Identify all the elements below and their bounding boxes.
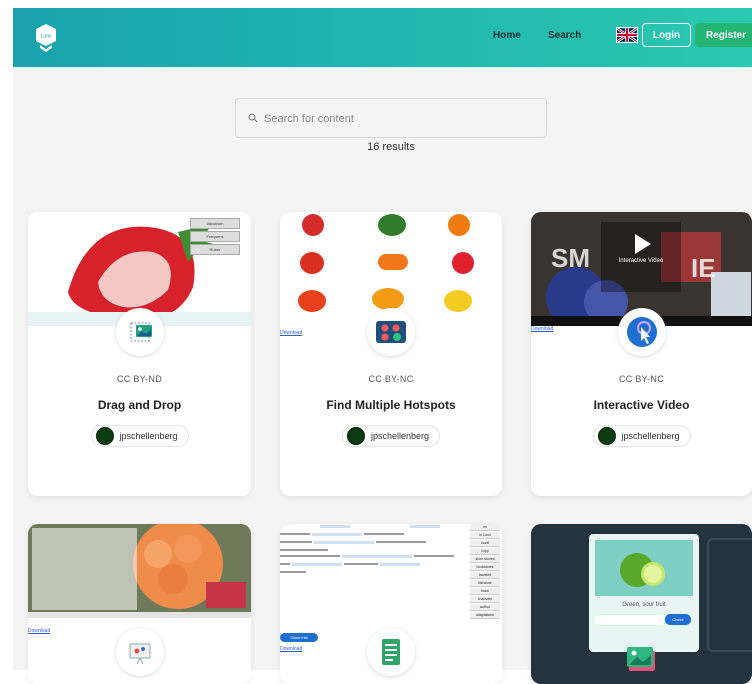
word-tag[interactable]: short stories bbox=[470, 556, 500, 563]
content-card-interactive-video[interactable]: SM IE Interactive Video Download CC BY-N… bbox=[531, 212, 752, 496]
author-chip[interactable]: jpschellenberg bbox=[592, 425, 691, 447]
presentation-icon bbox=[115, 628, 164, 676]
image-choice-icon bbox=[618, 634, 666, 682]
word-tag[interactable]: in Land bbox=[470, 532, 500, 539]
show-info-button[interactable]: Show Info bbox=[280, 633, 318, 642]
license-label: CC BY-NC bbox=[618, 374, 665, 384]
lime-image bbox=[620, 553, 665, 587]
card-thumbnail bbox=[28, 524, 251, 618]
card-title[interactable]: Interactive Video bbox=[531, 398, 752, 412]
author-chip[interactable]: jpschellenberg bbox=[341, 425, 441, 447]
card-title[interactable]: Drag and Drop bbox=[28, 398, 251, 412]
card-title[interactable]: Find Multiple Hotspots bbox=[280, 398, 502, 412]
pepper-image bbox=[298, 290, 326, 312]
word-tag[interactable]: bookstores bbox=[470, 564, 500, 571]
author-name: jpschellenberg bbox=[621, 431, 680, 441]
quiz-caption: Green, sour fruit bbox=[622, 602, 666, 608]
content-card-presentation[interactable]: Download bbox=[28, 524, 251, 684]
strawberry-image bbox=[452, 252, 474, 274]
cloudberry-image bbox=[28, 524, 251, 618]
content-card-fill-in-blanks[interactable]: on in Land novel copy short stories book… bbox=[280, 524, 502, 684]
results-count: 16 results bbox=[367, 141, 415, 153]
card-thumbnail: on in Land novel copy short stories book… bbox=[280, 524, 502, 628]
word-tag[interactable]: novel bbox=[470, 540, 500, 547]
text-lines-image bbox=[280, 525, 454, 573]
lumi-logo-icon[interactable]: Lumi bbox=[35, 24, 57, 54]
license-label: CC BY-NC bbox=[368, 374, 414, 384]
pumpkin-image bbox=[448, 214, 470, 236]
logo-text: Lumi bbox=[41, 34, 52, 40]
author-name: jpschellenberg bbox=[119, 431, 178, 441]
word-tag[interactable]: literature bbox=[470, 580, 500, 587]
license-label: CC BY-ND bbox=[116, 374, 163, 384]
drop-zone-label: Frequens bbox=[190, 231, 240, 242]
search-input[interactable] bbox=[262, 108, 536, 130]
next-slide-panel bbox=[707, 538, 752, 652]
word-tag[interactable]: on bbox=[470, 524, 500, 531]
avatar bbox=[95, 427, 114, 445]
word-tag[interactable]: author bbox=[470, 604, 500, 611]
download-link[interactable]: Download bbox=[28, 628, 50, 634]
drop-zone-label: Ruber bbox=[190, 244, 240, 255]
interactive-video-icon bbox=[617, 308, 666, 356]
word-tag[interactable]: copy bbox=[470, 548, 500, 555]
carrot-image bbox=[378, 254, 408, 270]
orange-image bbox=[372, 288, 404, 310]
drag-and-drop-icon bbox=[115, 308, 164, 356]
tomato-image bbox=[300, 252, 324, 274]
register-button[interactable]: Register bbox=[695, 23, 752, 47]
word-tag[interactable]: traveled bbox=[470, 572, 500, 579]
top-navbar: Lumi Home Search Login Register bbox=[13, 8, 752, 67]
svg-text:IE: IE bbox=[691, 253, 716, 283]
svg-text:SM: SM bbox=[551, 243, 590, 273]
video-label: Interactive Video bbox=[618, 258, 664, 264]
search-icon bbox=[248, 113, 258, 123]
apple-image bbox=[302, 214, 324, 236]
content-card-find-multiple-hotspots[interactable]: Download CC BY-NC Find Multiple Hotspots… bbox=[280, 212, 502, 496]
nav-search-link[interactable]: Search bbox=[548, 30, 581, 41]
check-button[interactable]: Check bbox=[665, 614, 691, 625]
uk-flag-icon[interactable] bbox=[616, 27, 638, 43]
download-link[interactable]: Download bbox=[531, 326, 553, 332]
drop-zone-label: Vacutrum bbox=[190, 218, 240, 229]
slide-controls[interactable] bbox=[28, 612, 251, 618]
word-tag[interactable]: main bbox=[470, 588, 500, 595]
broccoli-image bbox=[378, 214, 406, 236]
author-name: jpschellenberg bbox=[370, 431, 430, 441]
avatar bbox=[597, 427, 616, 445]
answer-input[interactable] bbox=[593, 614, 665, 626]
avatar bbox=[346, 427, 365, 445]
login-button[interactable]: Login bbox=[642, 23, 691, 47]
search-box bbox=[235, 98, 547, 138]
download-link[interactable]: Download bbox=[280, 646, 302, 652]
find-multiple-hotspots-icon bbox=[367, 308, 415, 356]
download-link[interactable]: Download bbox=[280, 330, 302, 336]
content-card-drag-and-drop[interactable]: Vacutrum Frequens Ruber CC BY-ND Drag an… bbox=[28, 212, 251, 496]
author-chip[interactable]: jpschellenberg bbox=[90, 425, 189, 447]
word-tag[interactable]: character bbox=[470, 596, 500, 603]
lime-image-frame bbox=[595, 540, 693, 596]
word-tag[interactable]: adaptations bbox=[470, 612, 500, 619]
nav-home-link[interactable]: Home bbox=[493, 30, 521, 41]
lemon-image bbox=[444, 290, 472, 312]
fill-in-blanks-icon bbox=[367, 628, 415, 676]
word-bank: on in Land novel copy short stories book… bbox=[470, 524, 500, 619]
content-card-image-choice[interactable]: Green, sour fruit Check bbox=[531, 524, 752, 684]
